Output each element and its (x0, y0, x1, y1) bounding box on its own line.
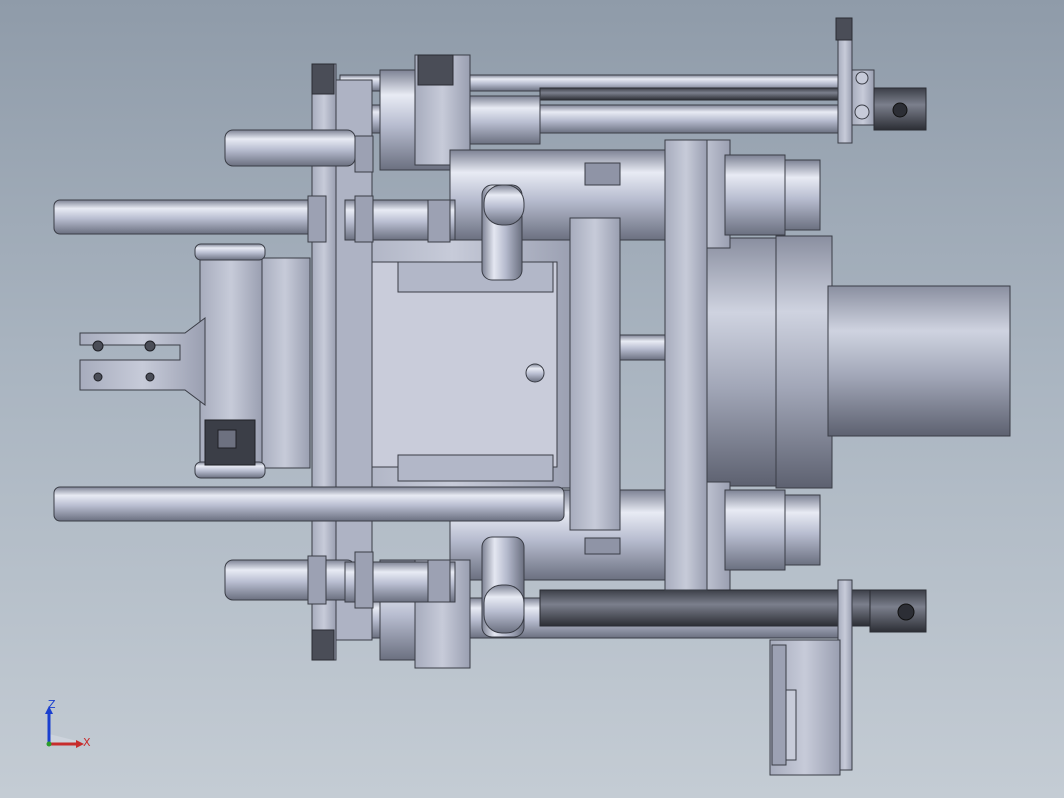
gripper-assembly[interactable] (79, 243, 311, 479)
mold-assembly-model[interactable] (0, 0, 1064, 798)
axis-x-label: X (83, 736, 91, 749)
triad-axes-icon (45, 706, 84, 748)
main-cylinder[interactable] (699, 235, 1011, 489)
graphics-viewport[interactable]: Z X (0, 0, 1064, 798)
axis-z-label: Z (48, 698, 56, 711)
orientation-triad[interactable]: Z X (36, 694, 106, 764)
lower-right-bracket[interactable] (769, 639, 841, 776)
upper-right-bracket[interactable] (835, 17, 927, 144)
